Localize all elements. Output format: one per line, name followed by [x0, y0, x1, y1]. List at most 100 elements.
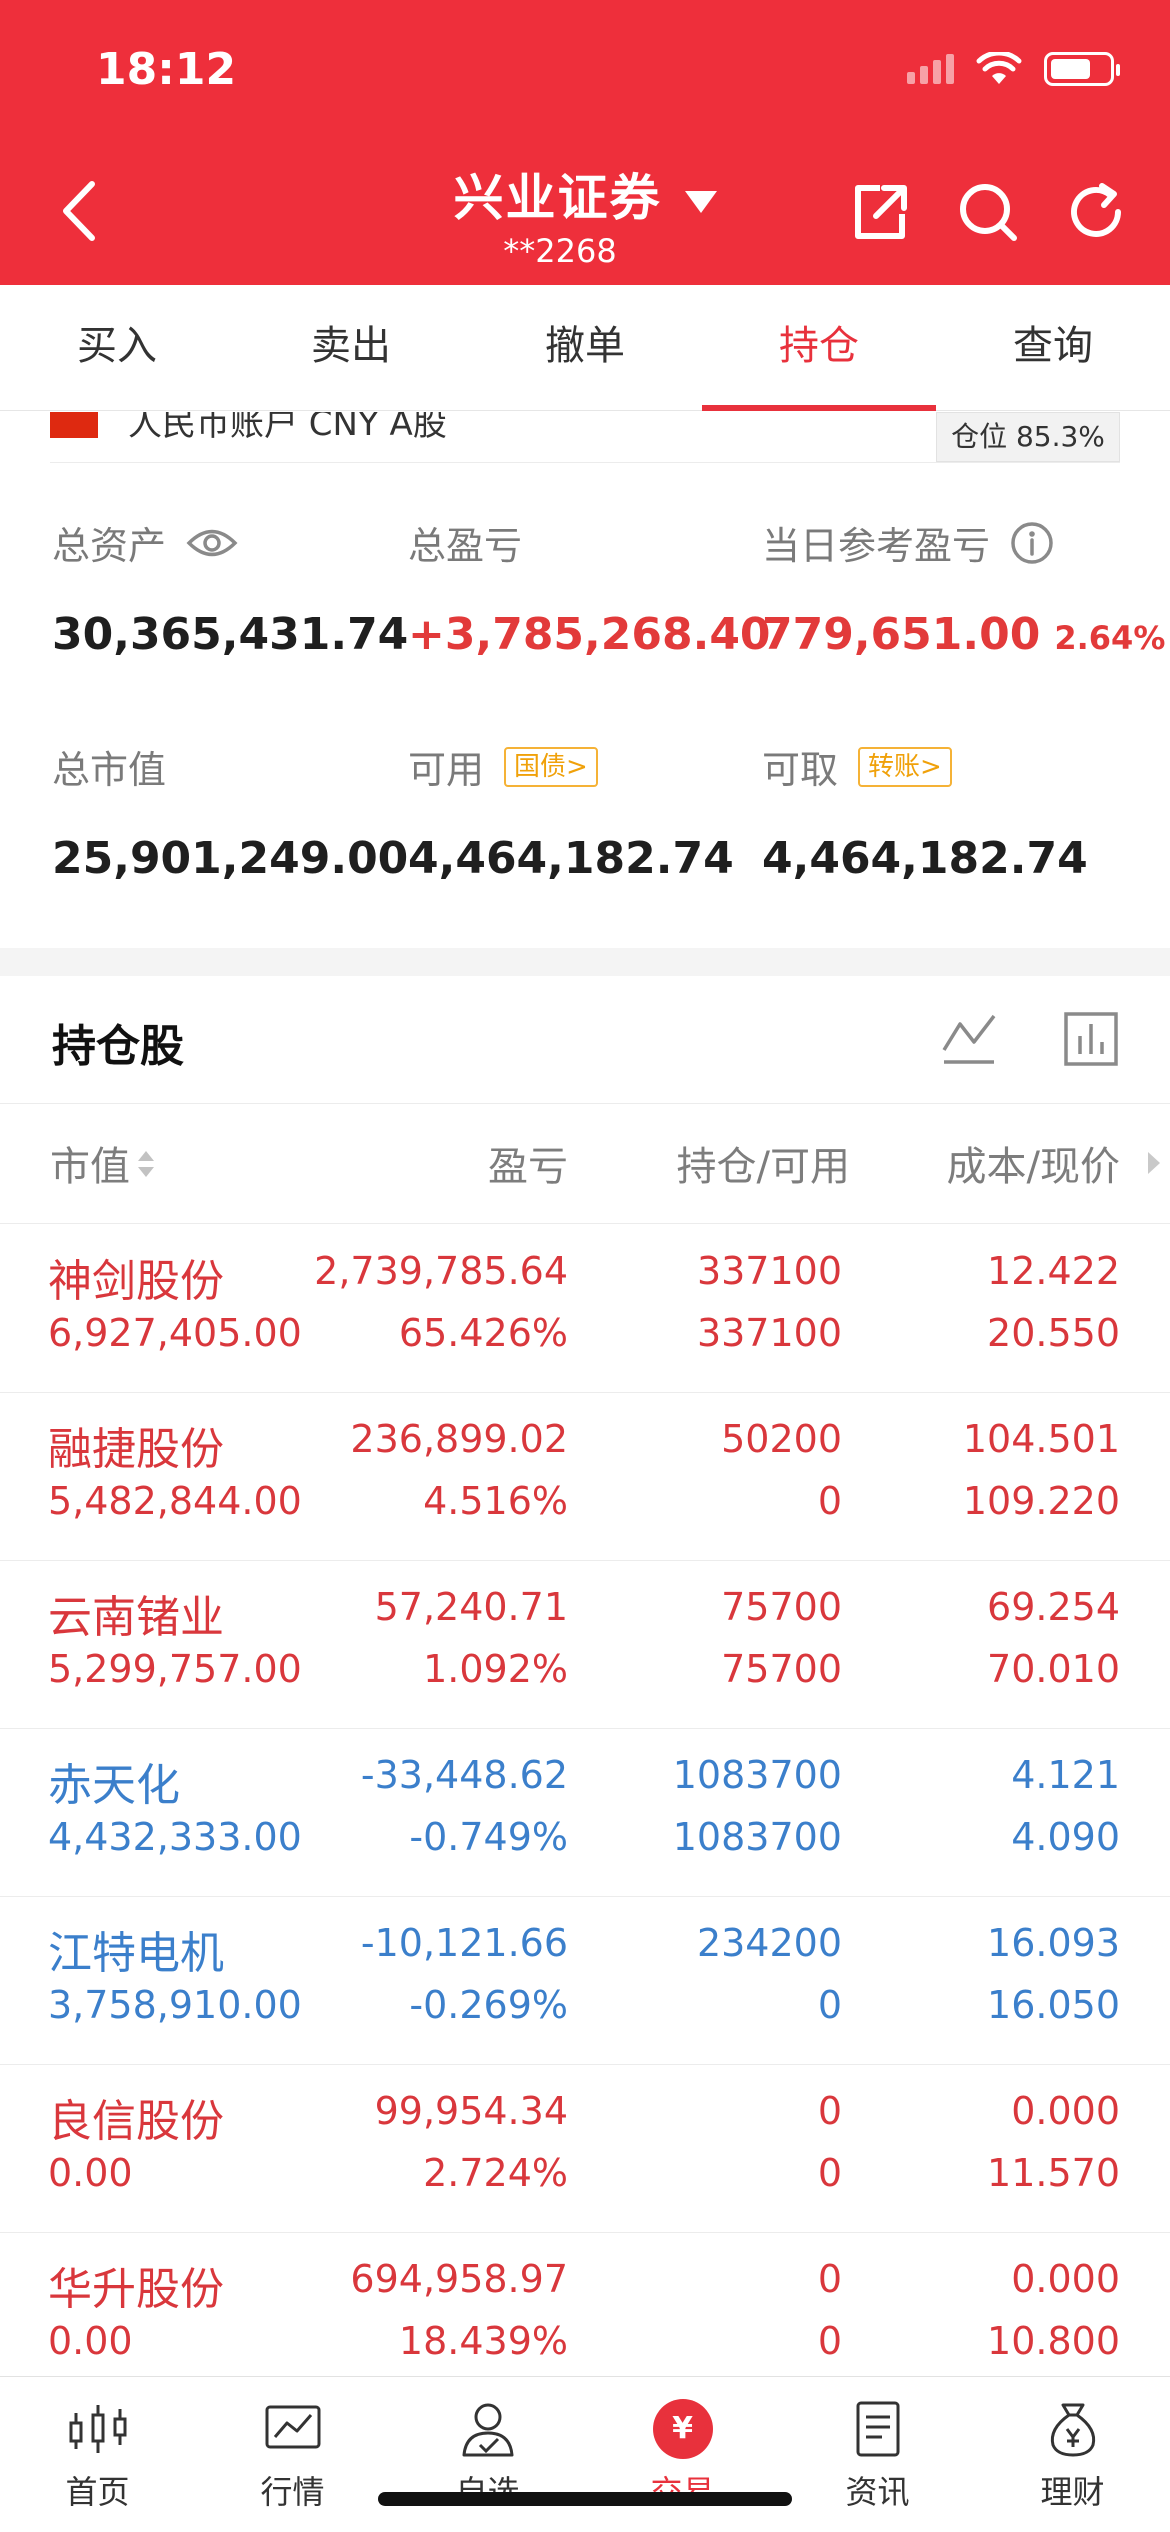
stock-pl-percent: 2.724%	[423, 2151, 568, 2195]
stock-available: 0	[817, 2319, 842, 2363]
wifi-icon	[976, 52, 1022, 84]
table-row[interactable]: 神剑股份 6,927,405.00 2,739,785.64 65.426% 3…	[0, 1225, 1170, 1393]
stock-position: 337100	[696, 1249, 842, 1293]
status-icons	[907, 52, 1120, 86]
bottom-tab-wealth[interactable]: 理财	[975, 2377, 1170, 2532]
stock-cost: 12.422	[987, 1249, 1120, 1293]
caret-down-icon	[684, 191, 717, 213]
yuan-icon: ¥	[652, 2399, 713, 2459]
transfer-button[interactable]: 转账>	[858, 746, 952, 787]
total-pl-label: 总盈亏	[408, 524, 523, 568]
tab-query[interactable]: 查询	[936, 285, 1170, 410]
bottom-tab-watchlist[interactable]: 自选	[390, 2377, 585, 2532]
info-icon[interactable]	[1010, 521, 1054, 565]
stock-price: 16.050	[987, 1983, 1120, 2027]
stock-pl: -10,121.66	[360, 1921, 568, 1965]
stock-position: 0	[817, 2257, 842, 2301]
total-assets-label-group: 总资产	[52, 515, 238, 570]
stock-name: 华升股份	[48, 2264, 224, 2315]
stock-price: 70.010	[987, 1647, 1120, 1691]
bottom-tab-trade[interactable]: ¥ 交易	[585, 2377, 780, 2532]
tab-holdings[interactable]: 持仓	[702, 285, 936, 411]
stock-name: 良信股份	[48, 2096, 224, 2147]
share-icon[interactable]	[846, 178, 914, 246]
stock-market-value: 3,758,910.00	[48, 1983, 302, 2027]
market-value-label: 总市值	[52, 748, 167, 792]
table-row[interactable]: 融捷股份 5,482,844.00 236,899.02 4.516% 5020…	[0, 1393, 1170, 1561]
total-assets-label: 总资产	[52, 524, 167, 568]
tab-sell[interactable]: 卖出	[234, 285, 468, 410]
available-label-group: 可用 国债>	[408, 739, 598, 794]
account-type-label: 人民币账户 CNY A股	[128, 412, 447, 444]
tab-buy[interactable]: 买入	[0, 285, 234, 410]
bottom-tab-label: 首页	[65, 2473, 130, 2511]
stock-position: 75700	[721, 1585, 842, 1629]
news-document-icon	[856, 2401, 899, 2457]
stock-name: 融捷股份	[48, 1424, 224, 1475]
bottom-tab-label: 行情	[260, 2473, 325, 2511]
trend-chart-icon[interactable]	[940, 1010, 998, 1068]
candlestick-icon	[69, 2405, 126, 2453]
bottom-tab-home[interactable]: 首页	[0, 2377, 195, 2532]
stock-market-value: 0.00	[48, 2151, 133, 2195]
battery-icon	[1044, 52, 1120, 86]
stock-cost: 4.121	[1011, 1753, 1120, 1797]
bottom-tab-label: 资讯	[845, 2473, 910, 2511]
home-indicator[interactable]	[378, 2492, 792, 2506]
bottom-tab-bar: 首页 行情 自选 ¥ 交易 资讯 理财	[0, 2376, 1170, 2532]
table-row[interactable]: 江特电机 3,758,910.00 -10,121.66 -0.269% 234…	[0, 1897, 1170, 2065]
stock-cost: 0.000	[1011, 2257, 1120, 2301]
scroll-right-icon[interactable]	[1144, 1148, 1164, 1178]
status-time: 18:12	[96, 44, 237, 95]
refresh-icon[interactable]	[1062, 178, 1130, 246]
sort-market-value-header[interactable]: 市值	[50, 1134, 158, 1192]
stock-market-value: 0.00	[48, 2319, 133, 2363]
table-row[interactable]: 云南锗业 5,299,757.00 57,240.71 1.092% 75700…	[0, 1561, 1170, 1729]
daily-pl-percent: 2.64%	[1054, 619, 1166, 657]
stock-market-value: 4,432,333.00	[48, 1815, 302, 1859]
stock-position: 1083700	[672, 1753, 842, 1797]
stock-cost: 104.501	[962, 1417, 1120, 1461]
stock-available: 1083700	[672, 1815, 842, 1859]
stock-name: 云南锗业	[48, 1592, 224, 1643]
available-label: 可用	[408, 748, 485, 792]
holdings-header: 持仓股	[0, 976, 1170, 1104]
money-bag-icon	[1050, 2403, 1095, 2457]
stock-pl: 694,958.97	[350, 2257, 568, 2301]
stock-price: 109.220	[962, 1479, 1120, 1523]
bottom-tab-market[interactable]: 行情	[195, 2377, 390, 2532]
market-value-column-label: 市值	[50, 1144, 130, 1190]
stock-cost: 0.000	[1011, 2089, 1120, 2133]
pl-column-header: 盈亏	[488, 1144, 568, 1190]
stock-name: 神剑股份	[48, 1256, 224, 1307]
daily-pl-label-group: 当日参考盈亏	[762, 515, 1054, 570]
stock-cost: 16.093	[987, 1921, 1120, 1965]
stock-price: 10.800	[987, 2319, 1120, 2363]
stock-position: 234200	[696, 1921, 842, 1965]
stock-pl-percent: 65.426%	[398, 1311, 568, 1355]
bar-chart-icon[interactable]	[1062, 1010, 1120, 1068]
stock-market-value: 6,927,405.00	[48, 1311, 302, 1355]
withdrawable-label: 可取	[762, 748, 839, 792]
cost-column-header: 成本/现价	[946, 1144, 1120, 1190]
stock-pl-percent: 18.439%	[398, 2319, 568, 2363]
stock-cost: 69.254	[987, 1585, 1120, 1629]
divider	[50, 462, 1120, 463]
stock-available: 0	[817, 1983, 842, 2027]
bottom-tab-news[interactable]: 资讯	[780, 2377, 975, 2532]
stock-pl: 236,899.02	[350, 1417, 568, 1461]
broker-title: 兴业证券	[453, 169, 662, 227]
eye-icon[interactable]	[186, 526, 238, 560]
stock-price: 4.090	[1011, 1815, 1120, 1859]
table-row[interactable]: 良信股份 0.00 99,954.34 2.724% 0 0 0.000 11.…	[0, 2065, 1170, 2233]
nav-bar: 兴业证券 **2268	[0, 150, 1170, 285]
stock-available: 0	[817, 1479, 842, 1523]
treasury-bond-button[interactable]: 国债>	[504, 746, 598, 787]
stock-available: 0	[817, 2151, 842, 2195]
tab-cancel-order[interactable]: 撤单	[468, 285, 702, 410]
table-row[interactable]: 赤天化 4,432,333.00 -33,448.62 -0.749% 1083…	[0, 1729, 1170, 1897]
stock-pl: 57,240.71	[374, 1585, 568, 1629]
stock-available: 337100	[696, 1311, 842, 1355]
bottom-tab-label: 交易	[650, 2467, 714, 2513]
search-icon[interactable]	[954, 178, 1022, 246]
